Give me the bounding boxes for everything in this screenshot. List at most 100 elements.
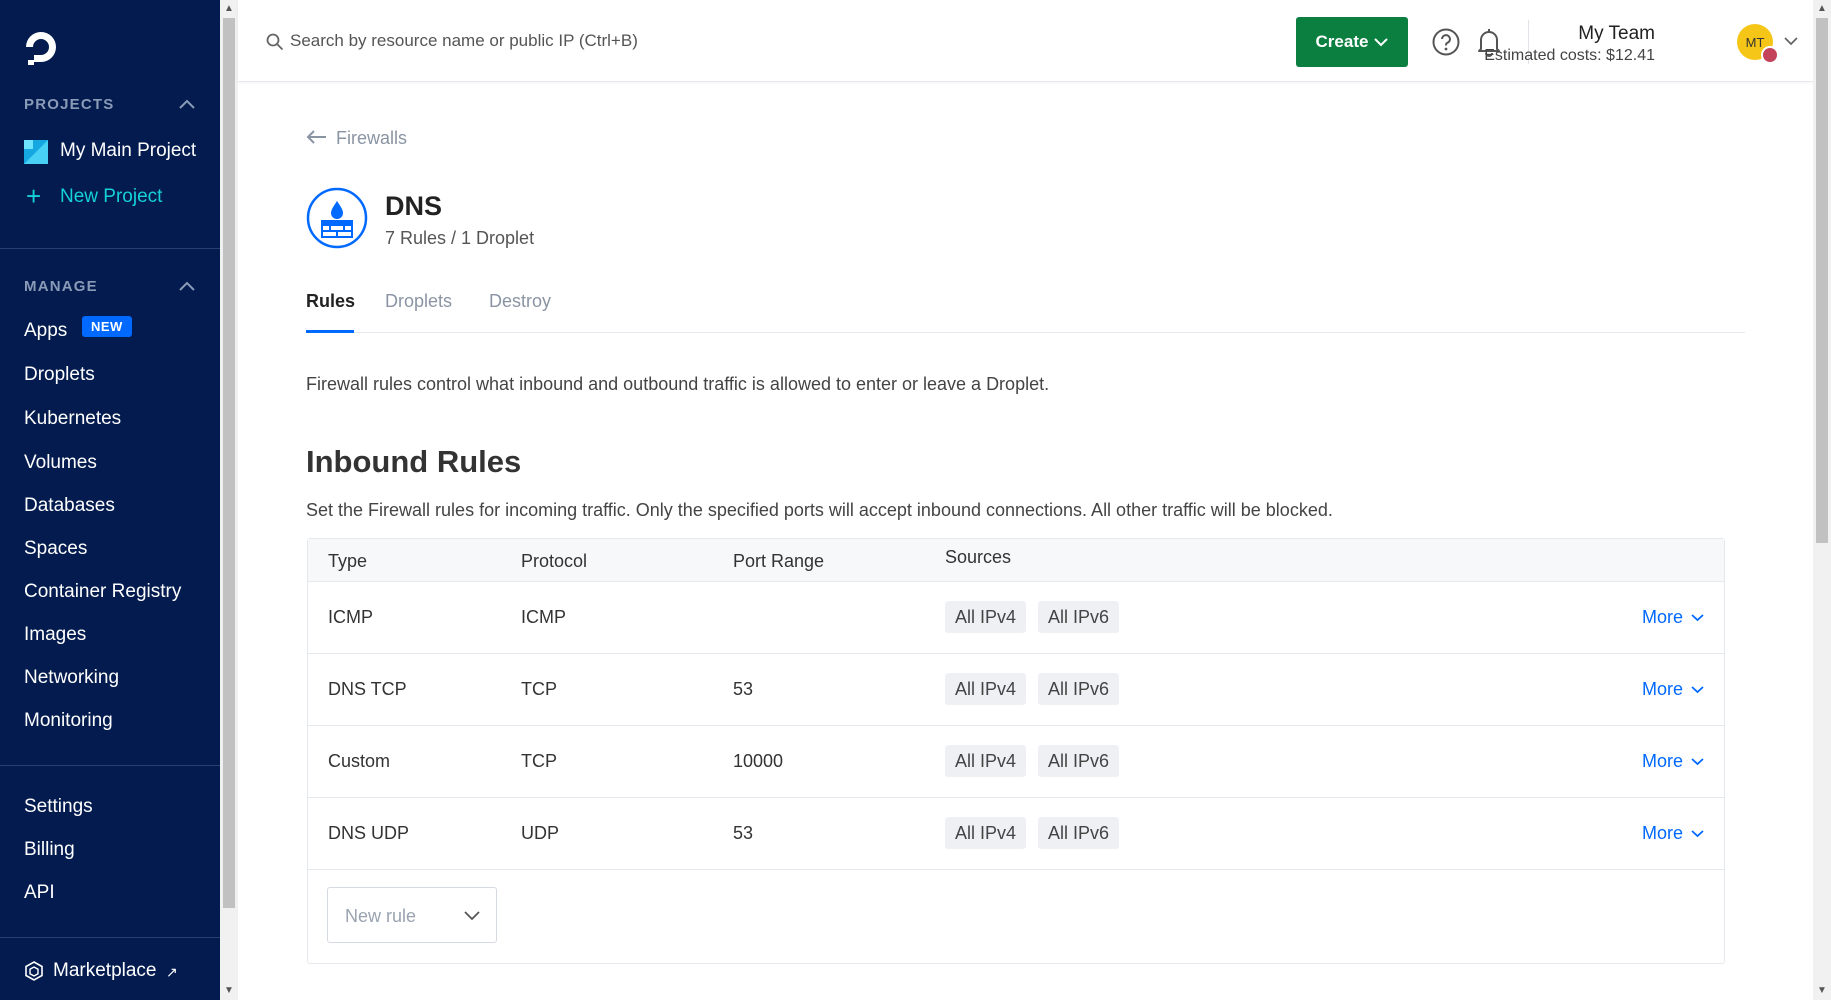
rule-port-range: 10000 [733,751,784,771]
firewall-icon [306,187,368,249]
sidebar-item-monitoring[interactable]: Monitoring [24,710,113,732]
sidebar-item-droplets[interactable]: Droplets [24,364,95,386]
sidebar-item-billing[interactable]: Billing [24,839,75,861]
page-scrollbar[interactable]: ▲ ▼ [1813,0,1831,1000]
source-chip: All IPv6 [1038,673,1120,705]
sidebar-item-settings[interactable]: Settings [24,796,93,818]
chevron-down-icon[interactable] [1784,36,1798,46]
sidebar-item-apps[interactable]: Apps [24,320,67,342]
search-input[interactable] [290,22,890,60]
project-my-main-project[interactable]: My Main Project [60,140,196,162]
team-name[interactable]: My Team [1578,23,1655,45]
user-avatar-badge [1761,46,1779,64]
rule-type: Custom [328,751,391,771]
sidebar-item-networking[interactable]: Networking [24,667,119,689]
more-label: More [1641,679,1683,699]
rule-protocol: ICMP [521,607,566,627]
help-icon[interactable] [1432,28,1460,56]
more-label: More [1641,607,1683,627]
sidebar: PROJECTS My Main Project + New Project M… [0,0,220,1000]
sidebar-scrollbar[interactable]: ▲ ▼ [220,0,238,1000]
source-chip: All IPv6 [1038,817,1120,849]
marketplace-link[interactable]: Marketplace [53,960,157,982]
back-arrow-icon[interactable] [306,128,328,146]
rule-port-range: 53 [733,679,754,699]
more-button[interactable]: More [1642,751,1704,772]
table-row: Custom TCP 10000 All IPv4 All IPv6 More [308,726,1724,798]
source-chip: All IPv4 [945,601,1027,633]
tab-destroy[interactable]: Destroy [489,291,551,312]
table-header: Type Protocol Port Range Sources [308,539,1724,582]
new-project-link[interactable]: New Project [60,186,162,208]
create-button[interactable]: Create [1296,17,1408,67]
external-link-icon: ↗ [166,964,178,980]
more-button[interactable]: More [1642,823,1704,844]
sidebar-item-databases[interactable]: Databases [24,495,115,517]
digitalocean-logo-icon[interactable] [22,28,60,66]
rule-protocol: TCP [521,679,557,699]
marketplace-icon[interactable] [24,961,44,981]
sidebar-scrollbar-thumb[interactable] [223,18,235,908]
plus-icon[interactable]: + [26,183,41,209]
scroll-down-arrow-icon[interactable]: ▼ [224,985,234,996]
tab-droplets[interactable]: Droplets [385,291,452,312]
source-chip: All IPv4 [945,673,1027,705]
table-row: DNS TCP TCP 53 All IPv4 All IPv6 More [308,654,1724,726]
inbound-rules-heading: Inbound Rules [306,444,522,479]
rule-type: DNS TCP [328,679,407,699]
table-row: DNS UDP UDP 53 All IPv4 All IPv6 More [308,798,1724,870]
firewall-summary: 7 Rules / 1 Droplet [385,228,535,248]
chevron-down-icon [1374,38,1389,47]
more-button[interactable]: More [1642,607,1704,628]
projects-heading: PROJECTS [24,96,115,113]
chevron-down-icon [1691,830,1704,838]
new-badge: NEW [82,316,132,337]
estimated-costs: Estimated costs: $12.41 [1484,47,1655,64]
inbound-rules-description: Set the Firewall rules for incoming traf… [306,500,1333,520]
create-label: Create [1315,32,1369,51]
new-rule-select[interactable]: New rule [327,887,497,943]
tab-rules[interactable]: Rules [306,291,355,312]
active-tab-indicator [306,330,354,333]
topbar: Create My Team Estimated costs: $12.41 M… [238,0,1813,82]
chevron-down-icon [1691,614,1704,622]
project-icon [24,140,48,164]
more-label: More [1641,751,1683,771]
more-button[interactable]: More [1642,679,1704,700]
source-chip: All IPv6 [1038,745,1120,777]
new-rule-placeholder: New rule [345,906,417,926]
sidebar-item-images[interactable]: Images [24,624,86,646]
sidebar-item-kubernetes[interactable]: Kubernetes [24,408,121,430]
scroll-up-arrow-icon[interactable]: ▲ [1817,3,1827,14]
page-scrollbar-thumb[interactable] [1816,18,1828,543]
sidebar-item-api[interactable]: API [24,882,55,904]
rule-protocol: TCP [521,751,557,771]
rule-port-range: 53 [733,823,754,843]
scroll-up-arrow-icon[interactable]: ▲ [224,3,234,14]
sidebar-divider [0,937,220,938]
sidebar-divider [0,765,220,766]
scroll-down-arrow-icon[interactable]: ▼ [1817,985,1827,996]
manage-heading: MANAGE [24,278,98,295]
column-header-port-range: Port Range [733,551,825,571]
column-header-sources: Sources [945,547,1012,567]
more-label: More [1641,823,1683,843]
column-header-protocol: Protocol [521,551,588,571]
back-to-firewalls-link[interactable]: Firewalls [336,128,407,149]
source-chip: All IPv6 [1038,601,1120,633]
chevron-down-icon [464,911,480,921]
collapse-manage-icon[interactable] [178,280,196,292]
column-header-type: Type [328,551,368,571]
page-title: DNS [385,191,443,221]
inbound-rules-table: Type Protocol Port Range Sources ICMP IC… [307,538,1725,964]
chevron-down-icon [1691,686,1704,694]
sidebar-item-container-registry[interactable]: Container Registry [24,581,181,603]
source-chip: All IPv4 [945,817,1027,849]
sidebar-item-spaces[interactable]: Spaces [24,538,87,560]
collapse-projects-icon[interactable] [178,98,196,110]
search-icon [266,33,284,51]
source-chip: All IPv4 [945,745,1027,777]
sidebar-divider [0,248,220,249]
sidebar-item-volumes[interactable]: Volumes [24,452,97,474]
tabs-divider [306,332,1745,333]
